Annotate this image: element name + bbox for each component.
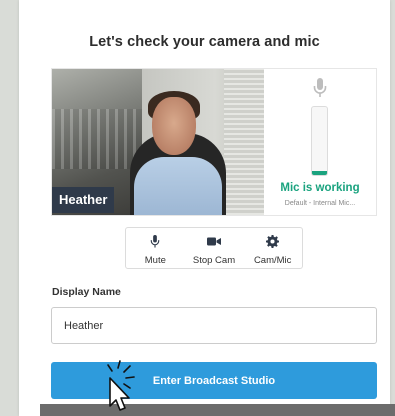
stop-cam-label: Stop Cam bbox=[192, 255, 236, 266]
gear-icon bbox=[266, 235, 280, 248]
camera-preview: Heather bbox=[52, 69, 264, 215]
page-title: Let's check your camera and mic bbox=[89, 34, 320, 50]
video-person-head bbox=[152, 97, 196, 155]
mic-device-name: Default - Internal Mic... bbox=[284, 200, 356, 207]
cam-mic-label: Cam/Mic bbox=[253, 255, 292, 266]
bottom-bar bbox=[40, 404, 395, 416]
mic-status-text: Mic is working bbox=[280, 182, 360, 194]
mic-level-meter bbox=[311, 106, 328, 176]
mic-check-panel: Mic is working Default - Internal Mic... bbox=[264, 69, 376, 215]
display-name-label: Display Name bbox=[52, 286, 121, 298]
click-cursor-icon bbox=[107, 360, 135, 411]
participant-name-tag: Heather bbox=[52, 187, 115, 213]
mic-level-fill bbox=[312, 170, 327, 175]
stop-cam-button[interactable]: Stop Cam bbox=[185, 228, 244, 268]
video-camera-icon bbox=[207, 237, 221, 246]
mute-button[interactable]: Mute bbox=[126, 228, 185, 268]
microphone-icon bbox=[151, 235, 160, 248]
cam-mic-settings-button[interactable]: Cam/Mic bbox=[243, 228, 302, 268]
media-controls: Mute Stop Cam Cam/Mic bbox=[125, 227, 303, 269]
video-person-body bbox=[134, 157, 222, 215]
microphone-icon bbox=[313, 78, 327, 97]
preview-panel: Heather Mic is working Default - Interna… bbox=[51, 68, 377, 216]
video-background-blind bbox=[224, 69, 264, 215]
display-name-input[interactable] bbox=[51, 307, 377, 344]
mute-label: Mute bbox=[144, 255, 166, 266]
